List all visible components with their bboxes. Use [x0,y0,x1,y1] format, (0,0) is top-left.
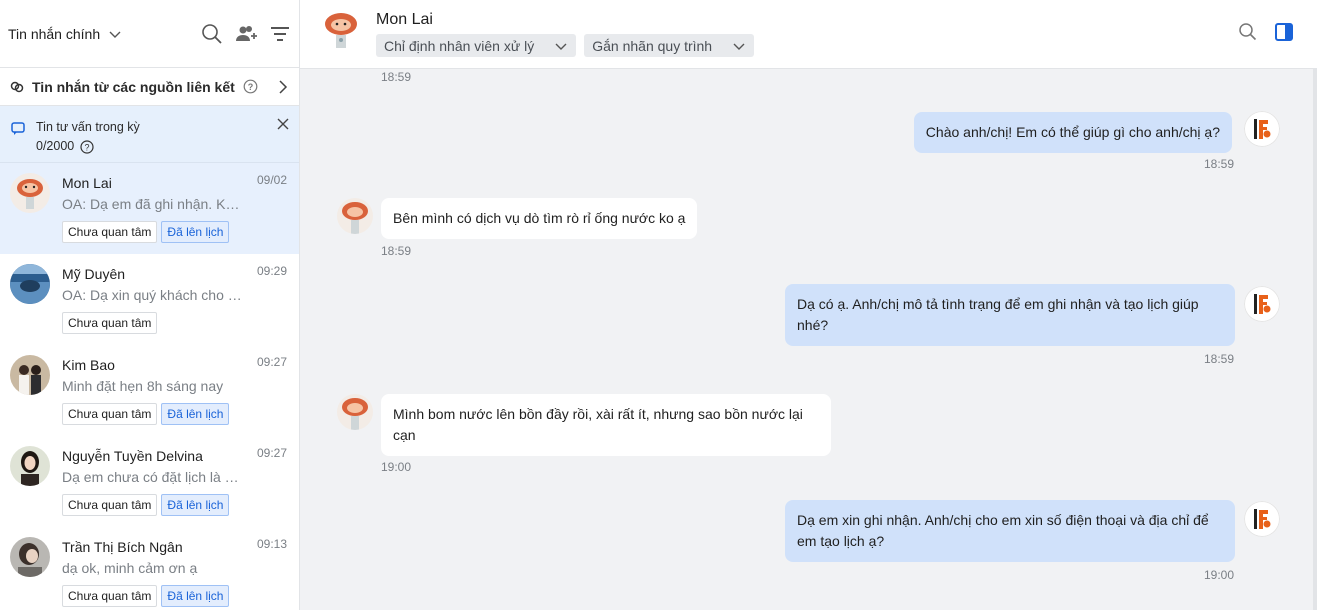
contact-name: Mon Lai [376,11,433,28]
tag-not-interested[interactable]: Chưa quan tâm [62,403,158,425]
message-bubble-out[interactable]: Dạ có ạ. Anh/chị mô tả tình trạng để em … [785,284,1235,346]
conversation-preview: Minh đặt hẹn 8h sáng nay [62,378,224,394]
chat-panel: Mon Lai Chỉ định nhân viên xử lý Gắn nhã… [300,0,1317,610]
message-time: 19:00 [1204,568,1235,582]
avatar [10,264,50,304]
tag-scheduled[interactable]: Đã lên lịch [161,221,230,243]
conversation-time: 09/02 [256,173,287,187]
conversation-name: Mỹ Duyên [62,266,126,282]
conversation-item[interactable]: Kim Bao Minh đặt hẹn 8h sáng nay Chưa qu… [0,345,299,436]
tag-scheduled[interactable]: Đã lên lịch [161,585,230,607]
help-icon[interactable]: ? [80,139,94,154]
avatar [10,355,50,395]
tag-scheduled[interactable]: Đã lên lịch [161,494,230,516]
conversation-item[interactable]: Trần Thị Bích Ngân dạ ok, minh cảm ơn ạ … [0,527,299,610]
avatar [10,446,50,486]
add-friend-icon [236,25,257,41]
message-bubble-in[interactable]: Mình bom nước lên bồn đầy rồi, xài rất í… [381,394,831,456]
linked-sources-label: Tin nhắn từ các nguồn liên kết [32,78,235,95]
toggle-panel-button[interactable] [1273,21,1295,43]
conversation-preview: dạ ok, minh cảm ơn ạ [62,560,198,576]
message-list[interactable]: 18:59 Chào anh/chị! Em có thể giúp gì ch… [300,69,1317,610]
conversation-name: Nguyễn Tuyền Delvina [62,448,203,464]
sidebar: Tin nhắn chính Tin nhắn từ các nguồn liê… [0,0,300,610]
tag-scheduled[interactable]: Đã lên lịch [161,403,230,425]
svg-text:?: ? [248,82,254,92]
linked-sources-row[interactable]: Tin nhắn từ các nguồn liên kết ? [0,68,299,106]
chat-search-button[interactable] [1237,21,1259,43]
message-time: 18:59 [1204,157,1235,171]
filter-button[interactable] [269,23,291,45]
avatar [10,537,50,577]
svg-text:?: ? [85,142,90,152]
tag-not-interested[interactable]: Chưa quan tâm [62,494,158,516]
help-icon[interactable]: ? [243,79,258,94]
contact-avatar [337,198,373,234]
chevron-down-icon [733,43,745,50]
assign-staff-label: Chỉ định nhân viên xử lý [384,37,535,54]
search-icon [202,23,222,44]
inbox-selector[interactable]: Tin nhắn chính [8,26,122,42]
link-icon [10,81,24,92]
quota-label: Tin tư vấn trong kỳ [36,120,140,134]
tag-not-interested[interactable]: Chưa quan tâm [62,312,158,334]
conversation-item[interactable]: Mon Lai OA: Dạ em đã ghi nhận. KTV sẽ li… [0,163,299,254]
conversation-item[interactable]: Mỹ Duyên OA: Dạ xin quý khách cho biết t… [0,254,299,345]
chevron-down-icon [109,31,121,38]
conversation-preview: OA: Dạ em đã ghi nhận. KTV sẽ liên hệ lạ… [62,196,242,212]
sidebar-panel-icon [1275,23,1293,41]
business-avatar [1244,501,1280,537]
contact-avatar [337,394,373,430]
search-icon [1239,23,1257,41]
quota-banner: Tin tư vấn trong kỳ 0/2000 ? [0,106,299,163]
chevron-right-icon [279,79,288,94]
process-label-button[interactable]: Gắn nhãn quy trình [584,34,755,57]
avatar [10,173,50,213]
tag-not-interested[interactable]: Chưa quan tâm [62,585,158,607]
conversation-preview: Dạ em chưa có đặt lịch là sao ạ [62,469,242,485]
contact-avatar[interactable] [322,10,360,50]
conversation-time: 09:13 [256,537,287,551]
conversation-time: 09:27 [256,355,287,369]
chevron-down-icon [555,43,567,50]
add-friend-button[interactable] [235,23,257,45]
filter-icon [271,26,289,41]
conversation-time: 09:29 [256,264,287,278]
tag-not-interested[interactable]: Chưa quan tâm [62,221,158,243]
business-avatar [1244,111,1280,147]
message-time: 18:59 [1204,352,1235,366]
conversation-preview: OA: Dạ xin quý khách cho biết thêm [62,287,242,303]
conversation-name: Trần Thị Bích Ngân [62,539,183,555]
message-time: 18:59 [381,244,412,258]
conversation-time: 09:27 [256,446,287,460]
assign-staff-button[interactable]: Chỉ định nhân viên xử lý [376,34,577,57]
scrollbar[interactable] [1313,69,1317,610]
message-time: 18:59 [381,70,412,84]
conversation-item[interactable]: Nguyễn Tuyền Delvina Dạ em chưa có đặt l… [0,436,299,527]
sidebar-header: Tin nhắn chính [0,0,299,68]
message-bubble-out[interactable]: Dạ em xin ghi nhận. Anh/chị cho em xin s… [785,500,1235,562]
conversation-name: Mon Lai [62,175,112,191]
message-bubble-in[interactable]: Bên mình có dịch vụ dò tìm rò rỉ ống nướ… [381,198,698,239]
search-button[interactable] [201,23,223,45]
conversation-name: Kim Bao [62,357,115,373]
chat-icon [11,122,25,135]
inbox-title: Tin nhắn chính [8,25,101,42]
business-avatar [1244,286,1280,322]
message-bubble-out[interactable]: Chào anh/chị! Em có thể giúp gì cho anh/… [913,112,1232,153]
process-label-text: Gắn nhãn quy trình [592,37,713,54]
close-icon[interactable] [277,118,289,130]
quota-count: 0/2000 [36,139,75,153]
chat-header: Mon Lai Chỉ định nhân viên xử lý Gắn nhã… [300,0,1317,69]
message-time: 19:00 [381,460,412,474]
